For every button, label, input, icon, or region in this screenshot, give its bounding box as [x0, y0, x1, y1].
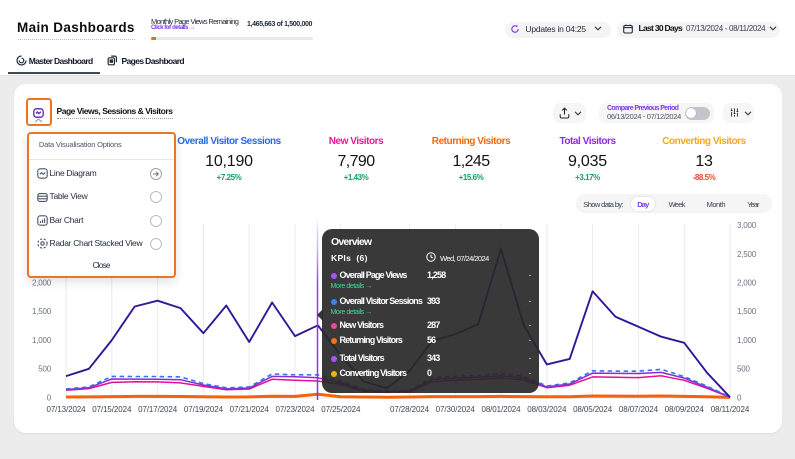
svg-text:500: 500 [38, 365, 51, 374]
svg-text:2,000: 2,000 [737, 279, 757, 288]
svg-text:08/01/2024: 08/01/2024 [481, 405, 521, 414]
svg-text:07/15/2024: 07/15/2024 [92, 405, 132, 414]
svg-text:08/11/2024: 08/11/2024 [711, 405, 750, 414]
svg-text:07/25/2024: 07/25/2024 [321, 405, 361, 414]
svg-text:07/17/2024: 07/17/2024 [138, 405, 178, 414]
svg-text:07/21/2024: 07/21/2024 [230, 405, 270, 414]
svg-text:0: 0 [47, 393, 52, 402]
svg-text:2,000: 2,000 [32, 279, 52, 288]
svg-text:08/09/2024: 08/09/2024 [665, 405, 705, 414]
svg-text:3,000: 3,000 [737, 221, 757, 230]
svg-text:07/30/2024: 07/30/2024 [436, 405, 476, 414]
svg-text:08/03/2024: 08/03/2024 [527, 405, 567, 414]
svg-text:1,500: 1,500 [32, 307, 52, 316]
svg-text:07/28/2024: 07/28/2024 [390, 405, 430, 414]
svg-text:07/23/2024: 07/23/2024 [275, 405, 315, 414]
svg-text:1,500: 1,500 [737, 307, 757, 316]
svg-text:08/05/2024: 08/05/2024 [573, 405, 613, 414]
svg-text:08/07/2024: 08/07/2024 [619, 405, 659, 414]
svg-text:0: 0 [737, 393, 742, 402]
svg-text:1,000: 1,000 [737, 336, 757, 345]
svg-text:07/13/2024: 07/13/2024 [46, 405, 86, 414]
svg-text:1,000: 1,000 [32, 336, 52, 345]
svg-text:2,500: 2,500 [737, 250, 757, 259]
svg-text:07/19/2024: 07/19/2024 [184, 405, 224, 414]
svg-text:500: 500 [737, 365, 750, 374]
